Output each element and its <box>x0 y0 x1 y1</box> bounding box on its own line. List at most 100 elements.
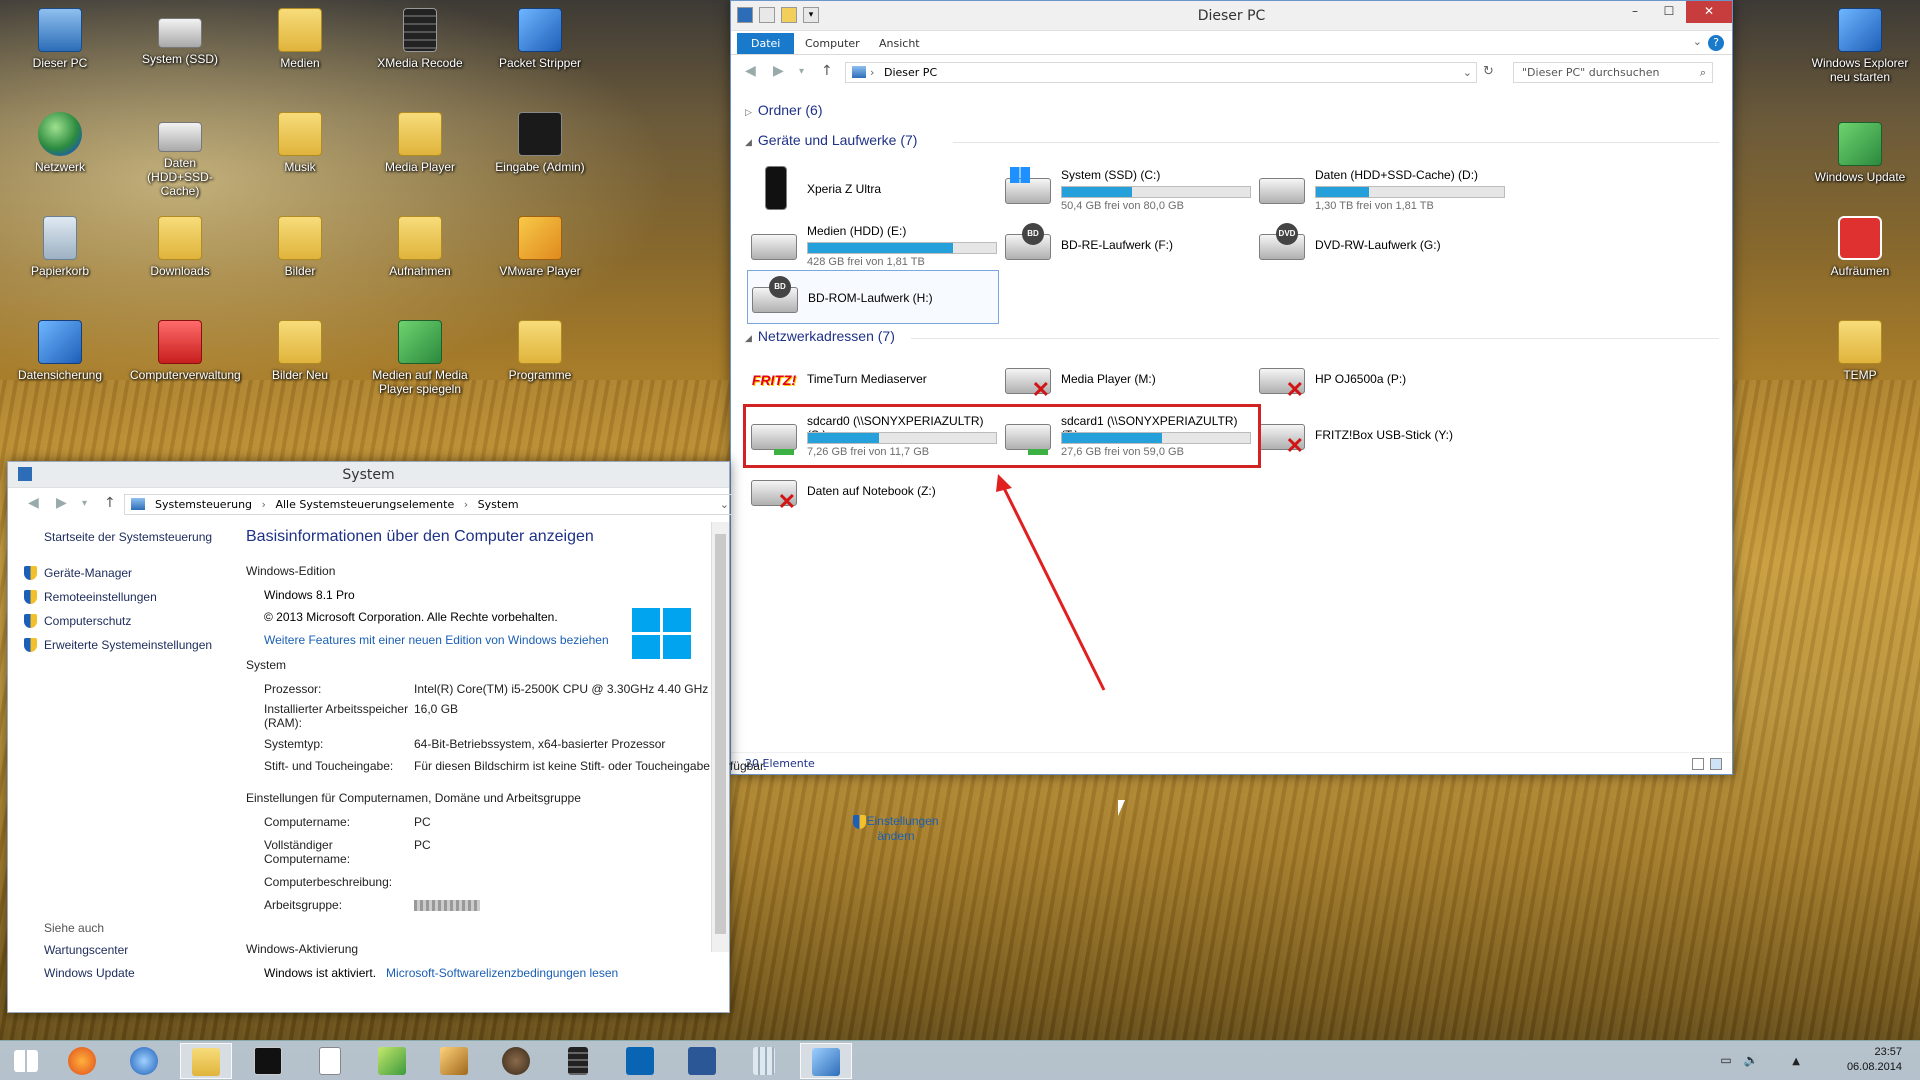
link-action-center[interactable]: Wartungscenter <box>44 943 128 957</box>
group-network[interactable]: ◢ Netzwerkadressen (7) <box>745 328 895 344</box>
drive-tile[interactable]: Medien (HDD) (E:) 428 GB frei von 1,81 TB <box>747 218 999 272</box>
drive-tile[interactable]: DVD DVD-RW-Laufwerk (G:) <box>1255 218 1507 272</box>
group-devices[interactable]: ◢ Geräte und Laufwerke (7) <box>745 132 917 148</box>
desktop-icon-left-7[interactable]: Musik <box>250 112 350 174</box>
recent-dropdown-icon[interactable]: ▾ <box>82 498 87 509</box>
system-titlebar[interactable]: System <box>8 462 729 488</box>
taskbar-thunderbird[interactable] <box>118 1043 170 1079</box>
drive-tile[interactable]: BD BD-ROM-Laufwerk (H:) <box>747 270 999 324</box>
desktop-icon-left-3[interactable]: XMedia Recode <box>370 8 470 70</box>
tab-computer[interactable]: Computer <box>793 34 872 53</box>
desktop-icon-left-6[interactable]: Daten (HDD+SSD-Cache) <box>130 112 230 198</box>
close-button[interactable]: ✕ <box>1686 1 1732 23</box>
address-dropdown-icon[interactable]: ⌄ <box>1463 63 1472 82</box>
desktop-icon-left-17[interactable]: Bilder Neu <box>250 320 350 382</box>
forward-icon[interactable]: ▶ <box>773 63 784 79</box>
taskbar-app2[interactable] <box>428 1043 480 1079</box>
taskbar-control-panel[interactable] <box>800 1043 852 1079</box>
minimize-button[interactable]: – <box>1618 1 1652 23</box>
desktop-icon-left-5[interactable]: Netzwerk <box>10 112 110 174</box>
features-link[interactable]: Weitere Features mit einer neuen Edition… <box>264 633 609 647</box>
drive-tile[interactable]: ✕ FRITZ!Box USB-Stick (Y:) <box>1255 408 1507 462</box>
search-input[interactable]: "Dieser PC" durchsuchen ⌕ <box>1513 62 1713 83</box>
desktop-icon-right-0[interactable]: Windows Explorer neu starten <box>1810 8 1910 84</box>
section-edition: Windows-Edition <box>246 564 335 578</box>
keyboard-icon[interactable]: ▭ <box>1720 1053 1731 1067</box>
group-folders[interactable]: ▷ Ordner (6) <box>745 102 823 118</box>
link-protection[interactable]: Computerschutz <box>24 614 131 628</box>
desktop-icon-left-16[interactable]: Computerverwaltung <box>130 320 241 382</box>
breadcrumb-systemsteuerung[interactable]: Systemsteuerung <box>155 498 252 511</box>
back-icon[interactable]: ◀ <box>745 63 756 79</box>
maximize-button[interactable]: ☐ <box>1652 1 1686 23</box>
change-settings-link[interactable]: Einstellungen ändern <box>846 814 946 843</box>
taskbar-app3[interactable] <box>490 1043 542 1079</box>
desktop-icon-left-15[interactable]: Datensicherung <box>10 320 110 382</box>
help-icon[interactable]: ? <box>1708 35 1724 51</box>
drive-tile[interactable]: Xperia Z Ultra <box>747 162 999 216</box>
system-scrollbar[interactable] <box>711 522 729 952</box>
drive-tile[interactable]: ✕ HP OJ6500a (P:) <box>1255 352 1507 406</box>
link-advanced[interactable]: Erweiterte Systemeinstellungen <box>24 638 212 652</box>
link-remote[interactable]: Remoteeinstellungen <box>24 590 157 604</box>
desktop-icon-left-0[interactable]: Dieser PC <box>10 8 110 70</box>
desktop-icon-left-12[interactable]: Bilder <box>250 216 350 278</box>
drive-tile[interactable]: FRITZ! TimeTurn Mediaserver <box>747 352 999 406</box>
desktop-icon-right-1[interactable]: Windows Update <box>1810 122 1910 184</box>
desktop-icon-left-18[interactable]: Medien auf Media Player spiegeln <box>370 320 470 396</box>
desktop-icon-left-4[interactable]: Packet Stripper <box>490 8 590 70</box>
up-icon[interactable]: ↑ <box>821 63 833 79</box>
breadcrumb-alle[interactable]: Alle Systemsteuerungselemente <box>275 498 454 511</box>
desktop-icon-left-9[interactable]: Eingabe (Admin) <box>490 112 590 174</box>
tab-ansicht[interactable]: Ansicht <box>867 34 932 53</box>
explorer-titlebar[interactable]: ▾ Dieser PC – ☐ ✕ <box>731 1 1732 31</box>
volume-icon[interactable]: 🔊 <box>1744 1053 1759 1067</box>
details-view-icon[interactable] <box>1692 758 1704 770</box>
link-windows-update[interactable]: Windows Update <box>44 966 135 980</box>
up-icon[interactable]: ↑ <box>104 495 116 511</box>
desktop-icon-right-3[interactable]: TEMP <box>1810 320 1910 382</box>
address-field[interactable]: › Dieser PC ⌄ <box>845 62 1477 83</box>
desktop-icon-left-19[interactable]: Programme <box>490 320 590 382</box>
breadcrumb-system[interactable]: System <box>478 498 519 511</box>
forward-icon[interactable]: ▶ <box>56 495 67 511</box>
desktop-icon-left-8[interactable]: Media Player <box>370 112 470 174</box>
taskbar-calculator[interactable] <box>738 1043 790 1079</box>
start-button[interactable] <box>0 1043 52 1079</box>
tab-datei[interactable]: Datei <box>737 33 795 54</box>
taskbar-firefox[interactable] <box>56 1043 108 1079</box>
drive-tile[interactable]: ✕ Daten auf Notebook (Z:) <box>747 464 999 518</box>
drive-tile[interactable]: BD BD-RE-Laufwerk (F:) <box>1001 218 1253 272</box>
refresh-icon[interactable]: ↻ <box>1483 64 1494 79</box>
license-link[interactable]: Microsoft-Softwarelizenzbedingungen lese… <box>386 966 618 980</box>
system-breadcrumb[interactable]: Systemsteuerung › Alle Systemsteuerungse… <box>124 494 734 515</box>
desktop-icon-left-10[interactable]: Papierkorb <box>10 216 110 278</box>
desktop-icon-right-2[interactable]: Aufräumen <box>1810 216 1910 278</box>
taskbar-word[interactable] <box>676 1043 728 1079</box>
desktop-icon-left-14[interactable]: VMware Player <box>490 216 590 278</box>
search-icon[interactable]: ⌕ <box>1700 63 1706 82</box>
drive-tile[interactable]: Daten (HDD+SSD-Cache) (D:) 1,30 TB frei v… <box>1255 162 1507 216</box>
tiles-view-icon[interactable] <box>1710 758 1722 770</box>
link-cp-home[interactable]: Startseite der Systemsteuerung <box>44 530 212 544</box>
drive-tile[interactable]: System (SSD) (C:) 50,4 GB frei von 80,0 G… <box>1001 162 1253 216</box>
taskbar-outlook[interactable] <box>614 1043 666 1079</box>
desktop-icon-left-11[interactable]: Downloads <box>130 216 230 278</box>
desktop-icon-left-1[interactable]: System (SSD) <box>130 8 230 66</box>
taskbar-app1[interactable] <box>366 1043 418 1079</box>
drive-tile[interactable]: ✕ Media Player (M:) <box>1001 352 1253 406</box>
taskbar-notepad[interactable] <box>304 1043 356 1079</box>
expand-ribbon-icon[interactable]: ⌄ <box>1693 35 1702 48</box>
taskbar-cmd[interactable] <box>242 1043 294 1079</box>
clock[interactable]: 23:57 06.08.2014 <box>1847 1045 1902 1075</box>
recent-dropdown-icon[interactable]: ▾ <box>799 66 804 77</box>
scrollbar-thumb[interactable] <box>715 534 726 934</box>
desktop-icon-left-13[interactable]: Aufnahmen <box>370 216 470 278</box>
show-hidden-icons-icon[interactable]: ▲ <box>1792 1056 1800 1067</box>
back-icon[interactable]: ◀ <box>28 495 39 511</box>
taskbar-explorer[interactable] <box>180 1043 232 1079</box>
desktop-icon-left-2[interactable]: Medien <box>250 8 350 70</box>
address-dropdown-icon[interactable]: ⌄ <box>720 495 729 514</box>
link-device-manager[interactable]: Geräte-Manager <box>24 566 132 580</box>
taskbar-video[interactable] <box>552 1043 604 1079</box>
